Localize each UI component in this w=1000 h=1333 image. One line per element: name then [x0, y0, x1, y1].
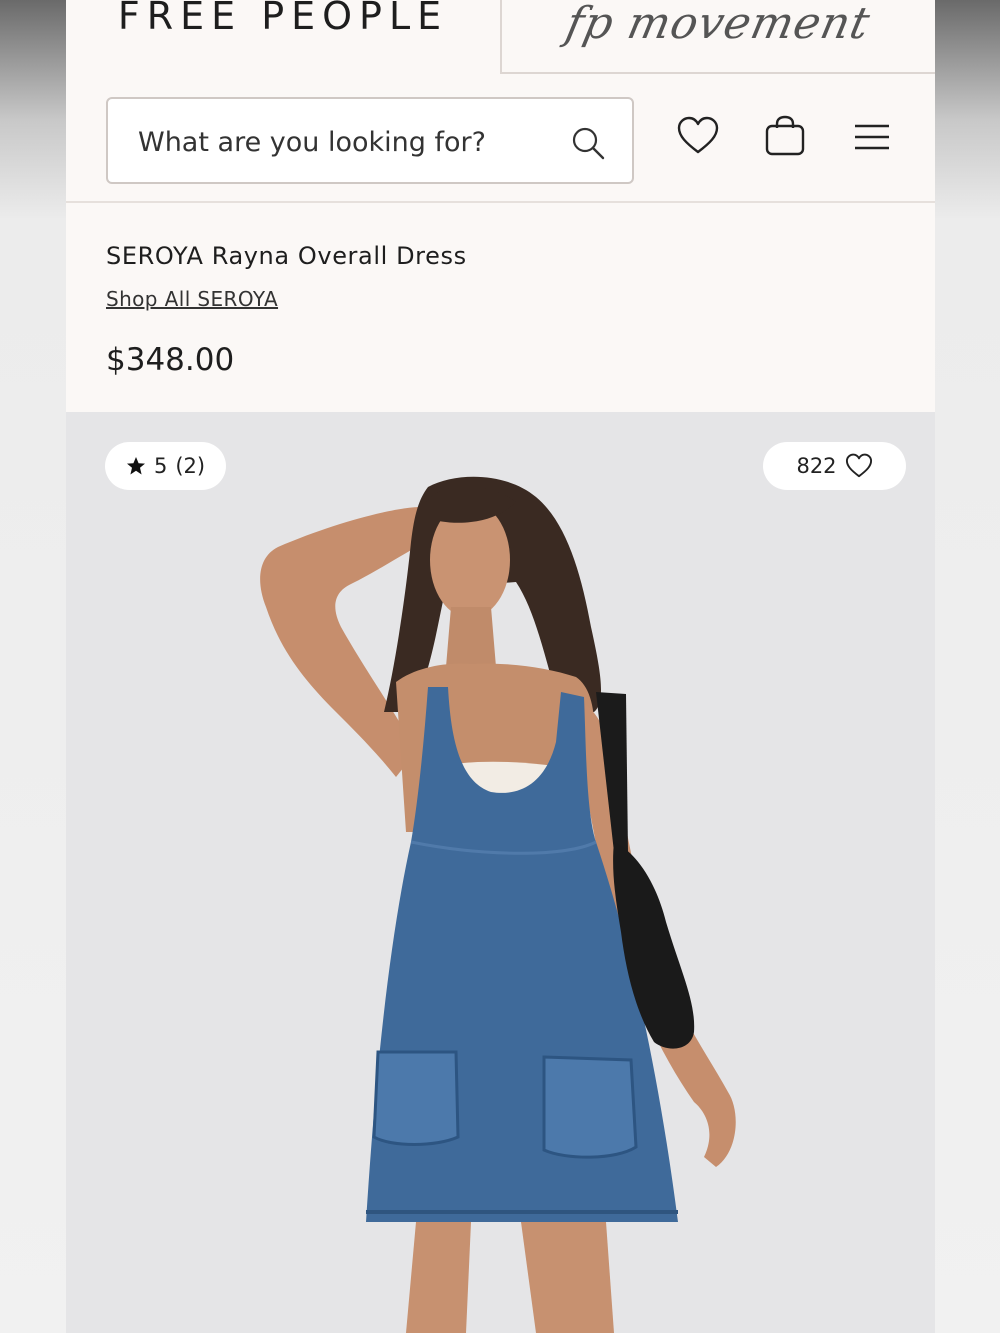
search-input[interactable]	[136, 117, 550, 167]
favorite-count: 822	[796, 454, 837, 478]
rating-badge[interactable]: 5 (2)	[105, 442, 226, 490]
star-icon	[126, 457, 145, 475]
model-photo	[260, 476, 736, 1333]
heart-outline-icon	[845, 453, 872, 478]
free-people-tab[interactable]: FREE PEOPLE	[66, 0, 500, 76]
heart-icon[interactable]	[676, 114, 720, 158]
product-page: FREE PEOPLE fp movement SEROYA Rayna Ove…	[66, 0, 935, 1333]
header-divider	[66, 201, 935, 203]
rating-value: 5	[153, 454, 168, 478]
free-people-logo: FREE PEOPLE	[117, 0, 449, 38]
product-price: $348.00	[106, 342, 235, 378]
rating-count: (2)	[175, 454, 206, 478]
search-icon[interactable]	[570, 125, 606, 161]
search-box[interactable]	[106, 97, 634, 184]
fp-movement-tab[interactable]: fp movement	[500, 0, 935, 74]
bag-icon[interactable]	[763, 114, 807, 158]
brand-tabs: FREE PEOPLE fp movement	[66, 0, 935, 76]
favorite-count-button[interactable]: 822	[763, 442, 906, 490]
menu-icon[interactable]	[850, 114, 894, 158]
fp-movement-logo: fp movement	[561, 0, 876, 49]
shop-all-link[interactable]: Shop All SEROYA	[106, 287, 278, 311]
product-title: SEROYA Rayna Overall Dress	[106, 242, 467, 270]
product-image[interactable]: 5 (2) 822	[66, 412, 935, 1333]
